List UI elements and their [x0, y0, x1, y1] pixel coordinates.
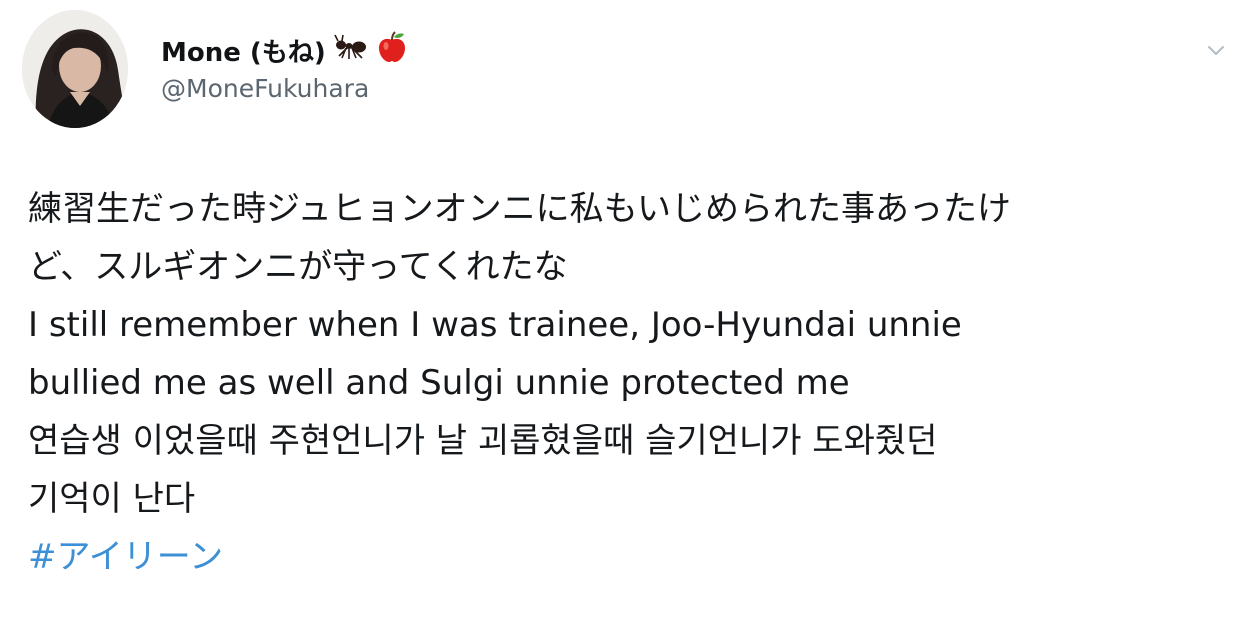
chevron-down-icon[interactable] — [1204, 38, 1228, 62]
tweet-text-line: bullied me as well and Sulgi unnie prote… — [28, 363, 850, 403]
tweet-text-line: ど、スルギオンニが守ってくれたな — [28, 247, 568, 287]
display-name-text: Mone (もね) — [161, 37, 326, 68]
avatar[interactable] — [22, 10, 128, 128]
tweet-text-line: I still remember when I was trainee, Joo… — [28, 305, 962, 345]
tweet-card: Mone (もね) @MoneFukuhara 練習生だった時ジュヒョンオンニに… — [0, 0, 1242, 639]
display-name[interactable]: Mone (もね) — [161, 30, 408, 70]
red-apple-emoji — [376, 30, 408, 70]
ant-emoji — [333, 34, 368, 67]
tweet-text-line: 연습생 이었을때 주현언니가 날 괴롭혔을때 슬기언니가 도와줬던 — [28, 421, 938, 461]
user-handle[interactable]: @MoneFukuhara — [161, 74, 369, 103]
tweet-text-line: 練習生だった時ジュヒョンオンニに私もいじめられた事あったけ — [28, 189, 1011, 229]
tweet-text: 練習生だった時ジュヒョンオンニに私もいじめられた事あったけ ど、スルギオンニが守… — [28, 180, 1218, 586]
tweet-text-line: 기억이 난다 — [28, 479, 196, 519]
hashtag-link[interactable]: #アイリーン — [28, 528, 1218, 586]
